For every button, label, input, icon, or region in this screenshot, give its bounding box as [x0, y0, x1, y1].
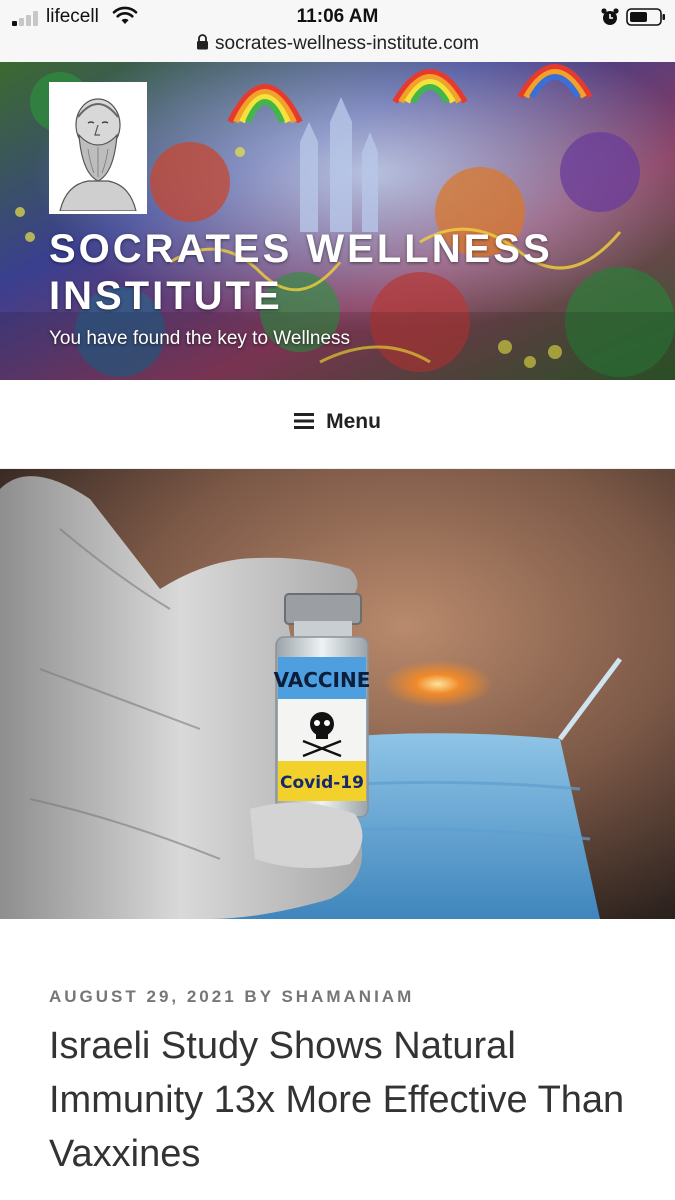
vial-label-bottom: Covid-19 [280, 773, 364, 793]
post-date[interactable]: AUGUST 29, 2021 [49, 987, 237, 1006]
featured-image-illustration: VACCINE Covid-19 [0, 469, 675, 919]
status-bar: lifecell 11:06 AM socrates-wellness-inst… [0, 0, 675, 62]
lock-icon [197, 34, 208, 50]
battery-icon [626, 8, 665, 26]
featured-image[interactable]: VACCINE Covid-19 [0, 469, 675, 919]
vial-label-top: VACCINE [274, 668, 371, 692]
alarm-icon [601, 8, 619, 25]
address-bar[interactable]: socrates-wellness-institute.com [0, 33, 675, 55]
site-logo[interactable] [49, 82, 147, 214]
post-title[interactable]: Israeli Study Shows Natural Immunity 13x… [49, 1019, 639, 1181]
navigation-bar: Menu [0, 380, 675, 469]
url-text: socrates-wellness-institute.com [215, 33, 479, 54]
menu-toggle-button[interactable]: Menu [0, 410, 675, 434]
hamburger-icon [294, 413, 315, 429]
post-by: BY [244, 987, 274, 1006]
site-tagline: You have found the key to Wellness [49, 328, 351, 349]
post-author[interactable]: SHAMANIAM [281, 987, 414, 1006]
post-meta: AUGUST 29, 2021 BY SHAMANIAM [49, 987, 414, 1007]
socrates-bust-image [52, 85, 144, 211]
clock-time: 11:06 AM [296, 6, 379, 27]
site-title[interactable]: SOCRATES WELLNESS INSTITUTE [49, 226, 609, 320]
site-header: SOCRATES WELLNESS INSTITUTE You have fou… [0, 62, 675, 380]
menu-label: Menu [326, 410, 381, 433]
